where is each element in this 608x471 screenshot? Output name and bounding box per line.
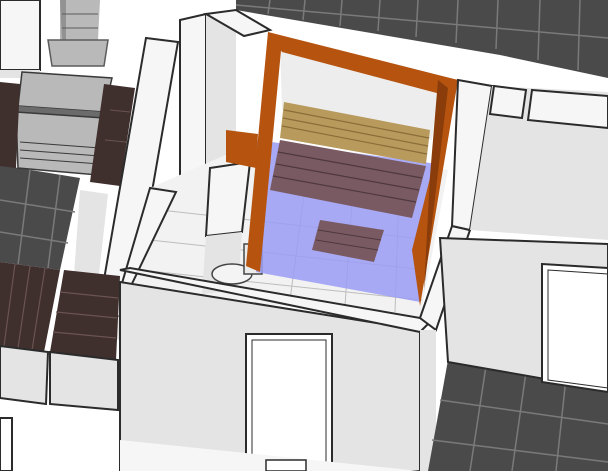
range-hood (47, 0, 109, 67)
sauna-room[interactable] (226, 32, 458, 306)
door-left-edge[interactable] (0, 417, 13, 471)
wooden-deck (0, 262, 120, 360)
plan-viewport[interactable] (0, 0, 608, 471)
door-front[interactable] (245, 333, 333, 471)
kitchen-floor (0, 165, 80, 270)
isometric-scene[interactable] (0, 0, 608, 471)
door-right[interactable] (541, 262, 608, 394)
